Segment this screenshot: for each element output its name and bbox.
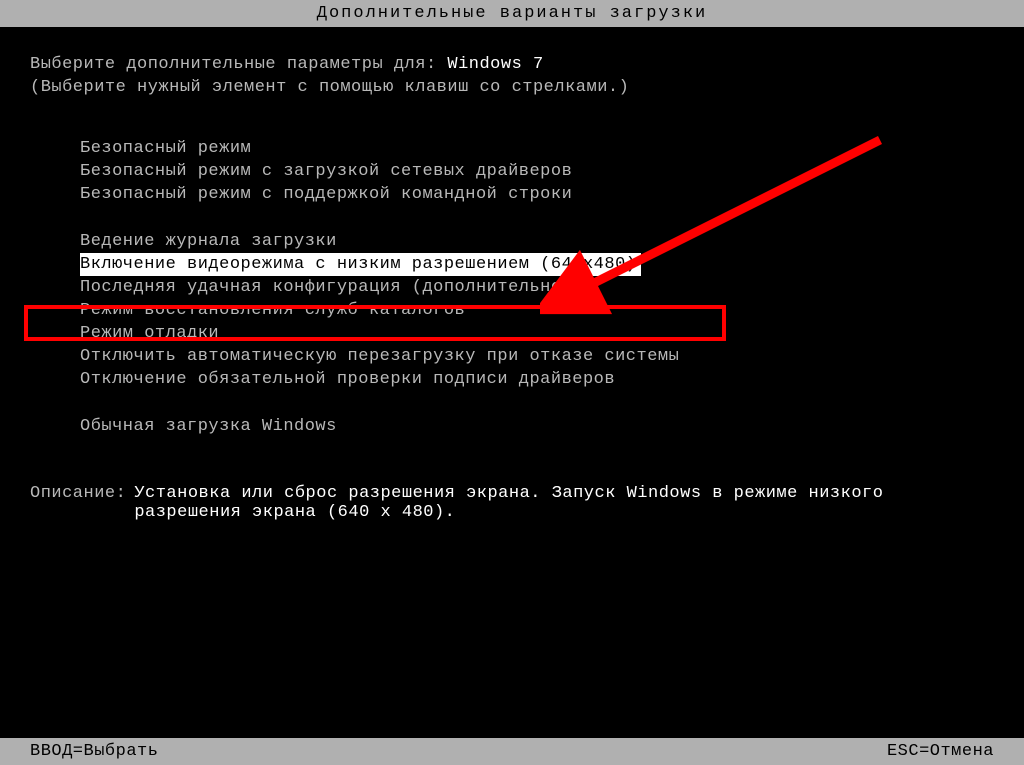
menu-item-debug-mode[interactable]: Режим отладки [80,322,994,345]
content-area: Выберите дополнительные параметры для: W… [0,27,1024,522]
menu-item-ds-restore[interactable]: Режим восстановления служб каталогов [80,299,994,322]
menu-item-last-known-good[interactable]: Последняя удачная конфигурация (дополнит… [80,276,994,299]
menu-item-boot-logging[interactable]: Ведение журнала загрузки [80,230,994,253]
menu-item-safe-mode[interactable]: Безопасный режим [80,137,994,160]
menu-item-normal-boot[interactable]: Обычная загрузка Windows [80,415,994,438]
description-text: Установка или сброс разрешения экрана. З… [126,484,994,522]
menu-gap-2 [80,391,994,415]
prompt-line: Выберите дополнительные параметры для: W… [30,55,994,74]
prompt-prefix: Выберите дополнительные параметры для: [30,55,447,74]
hint-line: (Выберите нужный элемент с помощью клави… [30,78,994,97]
menu-gap [80,206,994,230]
title-text: Дополнительные варианты загрузки [317,4,707,23]
menu-item-safe-mode-networking[interactable]: Безопасный режим с загрузкой сетевых дра… [80,160,994,183]
footer-cancel-hint: ESC=Отмена [887,742,994,761]
title-bar: Дополнительные варианты загрузки [0,0,1024,27]
boot-menu[interactable]: Безопасный режим Безопасный режим с загр… [30,137,994,438]
footer-bar: ВВОД=Выбрать ESC=Отмена [0,738,1024,765]
menu-item-disable-driver-sig[interactable]: Отключение обязательной проверки подписи… [80,368,994,391]
menu-item-low-res-video[interactable]: Включение видеорежима с низким разрешени… [80,253,641,276]
footer-select-hint: ВВОД=Выбрать [30,742,158,761]
menu-item-safe-mode-cmd[interactable]: Безопасный режим с поддержкой командной … [80,183,994,206]
menu-item-disable-auto-restart[interactable]: Отключить автоматическую перезагрузку пр… [80,345,994,368]
description-label: Описание: [30,484,126,522]
os-name: Windows 7 [447,55,543,74]
description-block: Описание: Установка или сброс разрешения… [30,484,994,522]
